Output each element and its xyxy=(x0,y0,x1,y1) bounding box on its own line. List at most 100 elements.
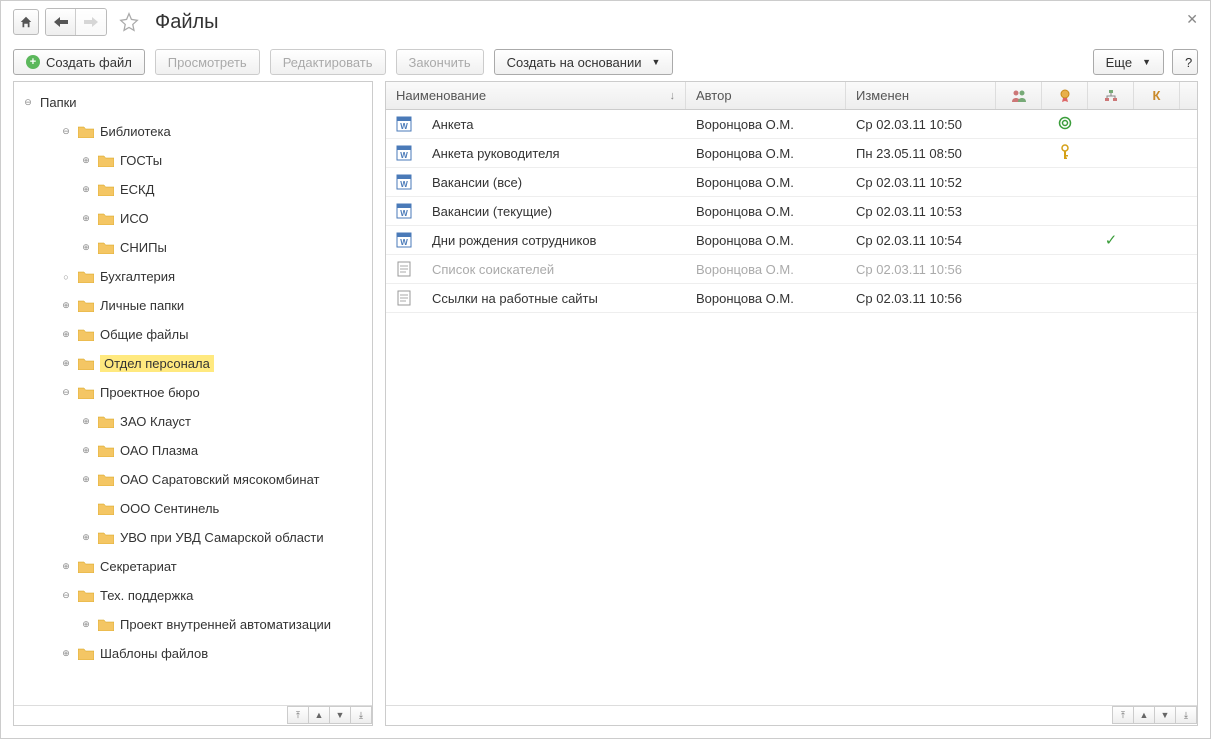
expand-icon[interactable]: ⊕ xyxy=(80,619,92,630)
column-author[interactable]: Автор xyxy=(686,82,846,109)
expand-icon[interactable]: ⊕ xyxy=(60,561,72,572)
column-hierarchy[interactable] xyxy=(1088,82,1134,109)
expand-icon[interactable]: ⊖ xyxy=(60,387,72,398)
expand-icon[interactable]: ○ xyxy=(60,272,72,282)
hierarchy-icon xyxy=(1104,89,1118,103)
file-name: Вакансии (все) xyxy=(422,175,686,190)
finish-button[interactable]: Закончить xyxy=(396,49,484,75)
folder-icon xyxy=(78,299,94,312)
tree-item[interactable]: ⊕ УВО при УВД Самарской области xyxy=(14,523,372,552)
scroll-up-button[interactable]: ▲ xyxy=(308,706,330,724)
scroll-bottom-button[interactable]: ⤓ xyxy=(350,706,372,724)
tree-item[interactable]: ⊕Секретариат xyxy=(14,552,372,581)
check-icon: ✓ xyxy=(1105,232,1118,249)
tree-item[interactable]: ⊕ СНИПы xyxy=(14,233,372,262)
column-badge[interactable] xyxy=(1042,82,1088,109)
tree-item[interactable]: ○Бухгалтерия xyxy=(14,262,372,291)
table-row[interactable]: WДни рождения сотрудниковВоронцова О.М.С… xyxy=(386,226,1197,255)
create-from-button[interactable]: Создать на основании ▼ xyxy=(494,49,674,75)
scroll-down-button[interactable]: ▼ xyxy=(1154,706,1176,724)
scroll-up-button[interactable]: ▲ xyxy=(1133,706,1155,724)
file-name: Вакансии (текущие) xyxy=(422,204,686,219)
table-row[interactable]: WАнкетаВоронцова О.М.Ср 02.03.11 10:50 xyxy=(386,110,1197,139)
tree-item[interactable]: ⊕ЗАО Клауст xyxy=(14,407,372,436)
tree-item[interactable]: ⊕Общие файлы xyxy=(14,320,372,349)
flag-cell: ✓ xyxy=(1088,231,1134,249)
tree-root-label: Папки xyxy=(40,95,77,110)
tree-item-label: УВО при УВД Самарской области xyxy=(120,530,324,545)
file-author: Воронцова О.М. xyxy=(686,291,846,306)
file-name: Список соискателей xyxy=(422,262,686,277)
table-row[interactable]: Ссылки на работные сайтыВоронцова О.М.Ср… xyxy=(386,284,1197,313)
close-button[interactable]: ✕ xyxy=(1186,11,1198,28)
tree-item[interactable]: ⊕ОАО Плазма xyxy=(14,436,372,465)
folder-tree[interactable]: ⊖ Папки ⊖Библиотека⊕ГОСТы⊕ЕСКД⊕ИСО⊕СНИПы… xyxy=(14,82,372,705)
file-type-icon xyxy=(386,290,422,306)
tree-item[interactable]: ООО Сентинель xyxy=(14,494,372,523)
table-row[interactable]: WВакансии (текущие)Воронцова О.М.Ср 02.0… xyxy=(386,197,1197,226)
expand-icon[interactable]: ⊖ xyxy=(60,590,72,601)
expand-icon[interactable]: ⊕ xyxy=(80,474,92,485)
expand-icon[interactable]: ⊕ xyxy=(80,242,92,253)
tree-item[interactable]: ⊖Проектное бюро xyxy=(14,378,372,407)
tree-item[interactable]: ⊖ Библиотека xyxy=(14,117,372,146)
scroll-top-button[interactable]: ⤒ xyxy=(1112,706,1134,724)
expand-icon[interactable]: ⊕ xyxy=(80,416,92,427)
tree-item[interactable]: ⊕ОАО Саратовский мясокомбинат xyxy=(14,465,372,494)
tree-item[interactable]: ⊕Проект внутренней автоматизации xyxy=(14,610,372,639)
expand-icon[interactable]: ⊕ xyxy=(80,213,92,224)
folder-icon xyxy=(98,531,114,544)
back-button[interactable] xyxy=(46,9,76,35)
expand-icon[interactable]: ⊕ xyxy=(80,532,92,543)
svg-text:W: W xyxy=(400,209,408,218)
expand-icon[interactable]: ⊕ xyxy=(80,155,92,166)
tree-item[interactable]: ⊕Шаблоны файлов xyxy=(14,639,372,668)
tree-item[interactable]: ⊕ЕСКД xyxy=(14,175,372,204)
table-row[interactable]: WАнкета руководителяВоронцова О.М.Пн 23.… xyxy=(386,139,1197,168)
tree-item[interactable]: ⊕ИСО xyxy=(14,204,372,233)
tree-item[interactable]: ⊖Тех. поддержка xyxy=(14,581,372,610)
home-button[interactable] xyxy=(13,9,39,35)
edit-button[interactable]: Редактировать xyxy=(270,49,386,75)
svg-text:W: W xyxy=(400,122,408,131)
tree-root[interactable]: ⊖ Папки xyxy=(14,88,372,117)
folder-icon xyxy=(98,473,114,486)
folder-icon xyxy=(98,212,114,225)
create-file-button[interactable]: + Создать файл xyxy=(13,49,145,75)
tree-item-label: СНИПы xyxy=(120,240,167,255)
scroll-down-button[interactable]: ▼ xyxy=(329,706,351,724)
expand-icon[interactable]: ⊖ xyxy=(60,126,72,137)
more-button[interactable]: Еще ▼ xyxy=(1093,49,1164,75)
view-button[interactable]: Просмотреть xyxy=(155,49,260,75)
expand-icon[interactable]: ⊕ xyxy=(60,329,72,340)
table-row[interactable]: Список соискателейВоронцова О.М.Ср 02.03… xyxy=(386,255,1197,284)
file-author: Воронцова О.М. xyxy=(686,233,846,248)
column-k[interactable]: К xyxy=(1134,82,1180,109)
column-name[interactable]: Наименование ↓ xyxy=(386,82,686,109)
expand-icon[interactable]: ⊕ xyxy=(80,445,92,456)
tree-item[interactable]: ⊕ГОСТы xyxy=(14,146,372,175)
file-author: Воронцова О.М. xyxy=(686,117,846,132)
folder-icon xyxy=(98,502,114,515)
scroll-top-button[interactable]: ⤒ xyxy=(287,706,309,724)
column-users[interactable] xyxy=(996,82,1042,109)
forward-button[interactable] xyxy=(76,9,106,35)
table-body[interactable]: WАнкетаВоронцова О.М.Ср 02.03.11 10:50WА… xyxy=(386,110,1197,705)
column-modified[interactable]: Изменен xyxy=(846,82,996,109)
content: ⊖ Папки ⊖Библиотека⊕ГОСТы⊕ЕСКД⊕ИСО⊕СНИПы… xyxy=(1,81,1210,738)
tree-item-label: Библиотека xyxy=(100,124,171,139)
scroll-bottom-button[interactable]: ⤓ xyxy=(1175,706,1197,724)
tree-item[interactable]: ⊕Отдел персонала xyxy=(14,349,372,378)
tree-item[interactable]: ⊕Личные папки xyxy=(14,291,372,320)
create-file-label: Создать файл xyxy=(46,55,132,70)
help-button[interactable]: ? xyxy=(1172,49,1198,75)
folder-icon xyxy=(78,357,94,370)
file-type-icon xyxy=(386,261,422,277)
table-row[interactable]: WВакансии (все)Воронцова О.М.Ср 02.03.11… xyxy=(386,168,1197,197)
expand-icon[interactable]: ⊕ xyxy=(60,300,72,311)
expand-icon[interactable]: ⊕ xyxy=(60,648,72,659)
expand-icon[interactable]: ⊕ xyxy=(80,184,92,195)
expand-icon[interactable]: ⊕ xyxy=(60,358,72,369)
favorite-icon[interactable] xyxy=(119,12,139,32)
collapse-icon[interactable]: ⊖ xyxy=(22,97,34,108)
